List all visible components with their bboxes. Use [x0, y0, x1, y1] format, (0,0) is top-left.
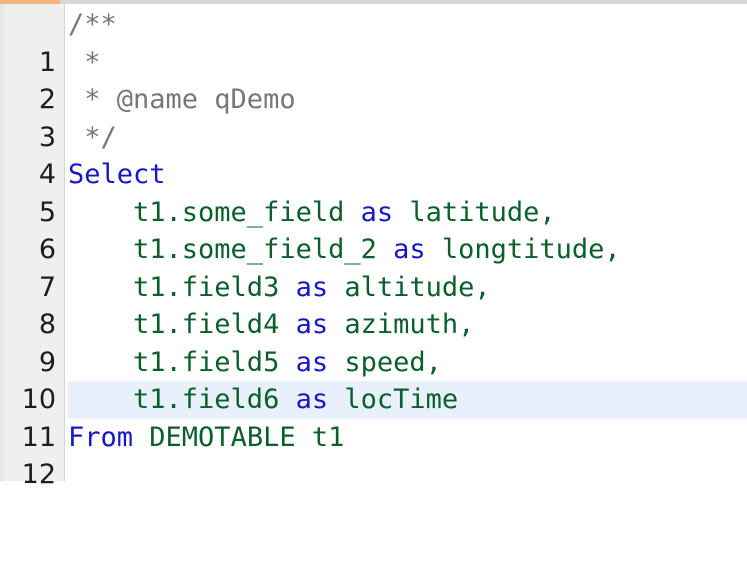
comment-token: /** — [68, 9, 117, 40]
line-code[interactable]: * @name qDemo — [68, 81, 747, 119]
identifier-token: t1.field3 — [68, 271, 296, 303]
line-number: 12 — [21, 459, 56, 490]
code-line-5[interactable]: 5 Select — [0, 156, 747, 228]
identifier-token: t1.some_field — [68, 196, 361, 228]
identifier-token: t1.field6 — [68, 384, 296, 415]
comment-token: * @name qDemo — [68, 84, 296, 115]
line-code[interactable]: t1.field5 as speed, — [68, 344, 747, 382]
code-editor[interactable]: 1 /** 2 * 3 * @name qDemo 4 */ 5 Select … — [0, 0, 747, 491]
code-line-4[interactable]: 4 */ — [0, 119, 747, 191]
line-code[interactable]: t1.field3 as altitude, — [68, 269, 747, 307]
identifier-token: azimuth, — [328, 309, 475, 340]
line-code[interactable]: t1.some_field as latitude, — [68, 194, 747, 232]
code-line-7[interactable]: 7 t1.some_field_2 as longtitude, — [0, 231, 747, 303]
code-line-2[interactable]: 2 * — [0, 44, 747, 116]
line-code[interactable]: t1.field4 as azimuth, — [68, 306, 747, 344]
identifier-token: t1.field4 — [68, 309, 296, 340]
keyword-token: as — [393, 234, 426, 265]
line-code[interactable]: */ — [68, 119, 747, 157]
comment-token: * — [68, 46, 101, 78]
line-code[interactable]: t1.some_field_2 as longtitude, — [68, 231, 747, 269]
keyword-token: From — [68, 421, 134, 453]
code-lines[interactable]: 1 /** 2 * 3 * @name qDemo 4 */ 5 Select … — [0, 6, 747, 491]
keyword-token: as — [295, 346, 329, 378]
keyword-token: as — [295, 309, 329, 340]
code-line-1[interactable]: 1 /** — [0, 6, 747, 78]
identifier-token: DEMOTABLE t1 — [133, 421, 345, 453]
line-code[interactable]: t1.field6 as locTime — [68, 381, 747, 419]
code-line-9[interactable]: 9 t1.field4 as azimuth, — [0, 306, 747, 378]
keyword-token: as — [295, 271, 329, 303]
code-line-3[interactable]: 3 * @name qDemo — [0, 81, 747, 153]
keyword-token: as — [360, 196, 394, 228]
identifier-token: longtitude, — [425, 234, 621, 265]
line-code[interactable]: Select — [68, 156, 747, 194]
keyword-token: as — [295, 384, 329, 415]
line-code[interactable]: From DEMOTABLE t1 — [68, 419, 747, 457]
identifier-token: altitude, — [328, 271, 491, 303]
identifier-token: t1.some_field_2 — [68, 234, 394, 265]
code-line-12[interactable]: 12 From DEMOTABLE t1 — [0, 419, 747, 491]
code-line-6[interactable]: 6 t1.some_field as latitude, — [0, 194, 747, 266]
line-code[interactable]: /** — [68, 6, 747, 44]
code-line-8[interactable]: 8 t1.field3 as altitude, — [0, 269, 747, 341]
keyword-token: Select — [68, 159, 166, 190]
identifier-token: t1.field5 — [68, 346, 296, 378]
line-code[interactable]: * — [68, 44, 747, 82]
code-line-10[interactable]: 10 t1.field5 as speed, — [0, 344, 747, 416]
identifier-token: speed, — [328, 346, 442, 378]
editor-top-border — [0, 0, 747, 4]
comment-token: */ — [68, 121, 117, 153]
code-line-11[interactable]: 11 t1.field6 as locTime — [0, 381, 747, 453]
identifier-token: locTime — [328, 384, 459, 415]
identifier-token: latitude, — [393, 196, 556, 228]
